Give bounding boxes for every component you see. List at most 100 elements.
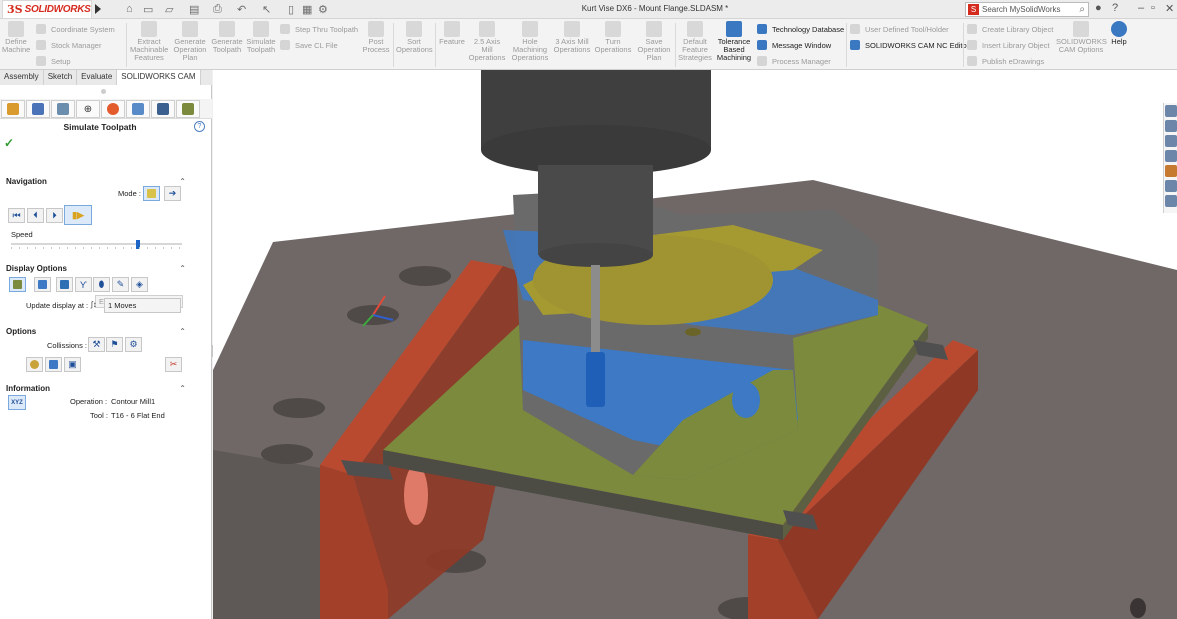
stock-manager-button[interactable]: Stock Manager xyxy=(36,38,101,52)
select-icon[interactable]: ↖ xyxy=(262,3,271,16)
display-difference-button[interactable] xyxy=(56,277,73,292)
tab-sketch[interactable]: Sketch xyxy=(44,70,78,85)
options-icon[interactable]: ⚙ xyxy=(318,3,328,16)
technology-database-button[interactable]: Technology Database xyxy=(757,22,844,36)
generate-toolpath-button[interactable]: Generate Toolpath xyxy=(210,21,244,54)
view-orientation-icon[interactable] xyxy=(1165,120,1177,132)
mode-stock-button[interactable]: ➔ xyxy=(164,186,181,201)
define-machine-button[interactable]: Define Machine xyxy=(2,21,30,54)
solidworks-logo[interactable]: 3S SOLIDWORKS xyxy=(2,0,92,19)
publish-edrawings-button[interactable]: Publish eDrawings xyxy=(967,54,1044,68)
nc-editor-button[interactable]: SOLIDWORKS CAM NC Editor xyxy=(850,38,969,52)
coordinate-system-button[interactable]: Coordinate System xyxy=(36,22,115,36)
option-shield-button[interactable] xyxy=(26,357,43,372)
sort-operations-button[interactable]: Sort Operations xyxy=(396,21,433,54)
help-button[interactable]: Help xyxy=(1108,21,1130,46)
user-defined-tool-button[interactable]: User Defined Tool/Holder xyxy=(850,22,949,36)
help-icon[interactable]: ? xyxy=(1112,2,1118,14)
step-back-button[interactable]: ⏴ xyxy=(27,208,44,223)
open-icon[interactable]: ▱ xyxy=(165,3,173,16)
option-settings-button[interactable]: ✂ xyxy=(165,357,182,372)
cam-tool-tree-tab[interactable] xyxy=(151,100,175,118)
close-icon[interactable]: ✕ xyxy=(1165,2,1174,15)
mill-3-axis-button[interactable]: 3 Axis Mill Operations xyxy=(552,21,592,54)
run-to-button[interactable]: ▮▶ xyxy=(64,205,92,225)
cam-feature-tree-tab[interactable] xyxy=(1,100,25,118)
cam-options-button[interactable]: SOLIDWORKS CAM Options xyxy=(1056,21,1107,54)
process-manager-button[interactable]: Process Manager xyxy=(757,54,831,68)
new-icon[interactable]: ▭ xyxy=(143,3,153,16)
menu-expand-arrow-icon[interactable] xyxy=(95,4,101,14)
display-toolpath-button[interactable]: ✎ xyxy=(112,277,129,292)
speed-slider[interactable] xyxy=(11,240,182,249)
step-thru-toolpath-button[interactable]: Step Thru Toolpath xyxy=(280,22,358,36)
options-group-header[interactable]: Options ⌃ xyxy=(6,327,186,336)
view-settings-icon[interactable] xyxy=(1165,195,1177,207)
message-window-button[interactable]: Message Window xyxy=(757,38,831,52)
collision-holder-button[interactable]: ⚑ xyxy=(106,337,123,352)
generate-plan-button[interactable]: Generate Operation Plan xyxy=(172,21,208,62)
view-home-icon[interactable] xyxy=(1165,105,1177,117)
rebuild-icon[interactable]: ▯ xyxy=(288,3,294,16)
option-save-button[interactable]: ▣ xyxy=(64,357,81,372)
panel-grip-icon[interactable] xyxy=(101,89,106,94)
property-manager-tab[interactable] xyxy=(51,100,75,118)
feature-manager-tab[interactable] xyxy=(26,100,50,118)
simulate-toolpath-button[interactable]: Simulate Toolpath xyxy=(245,21,277,54)
collision-tool-button[interactable]: ⚒ xyxy=(88,337,105,352)
collapse-icon[interactable]: ⌃ xyxy=(179,384,186,393)
user-icon[interactable]: ● xyxy=(1095,2,1102,14)
search-icon[interactable]: ⌕ xyxy=(1079,4,1085,15)
navigation-group-header[interactable]: Navigation ⌃ xyxy=(6,177,186,186)
display-fixture-button[interactable]: ◈ xyxy=(131,277,148,292)
save-operation-plan-button[interactable]: Save Operation Plan xyxy=(636,21,672,62)
undo-icon[interactable]: ↶ xyxy=(237,3,246,16)
step-forward-button[interactable]: ⏵ xyxy=(46,208,63,223)
rewind-button[interactable]: ⏮ xyxy=(8,208,25,223)
graphics-viewport[interactable] xyxy=(213,70,1177,619)
configuration-manager-tab[interactable]: ⊕ xyxy=(76,100,100,118)
display-part-button[interactable] xyxy=(34,277,51,292)
create-library-object-button[interactable]: Create Library Object xyxy=(967,22,1053,36)
tab-assembly[interactable]: Assembly xyxy=(0,70,44,85)
xyz-button[interactable]: XYZ xyxy=(8,395,26,410)
extract-features-button[interactable]: Extract Machinable Features xyxy=(130,21,168,62)
collapse-icon[interactable]: ⌃ xyxy=(179,264,186,273)
home-icon[interactable]: ⌂ xyxy=(126,3,133,15)
view-scene-icon[interactable] xyxy=(1165,180,1177,192)
collision-fixture-button[interactable]: ⚙ xyxy=(125,337,142,352)
display-holder-button[interactable]: ⬮ xyxy=(93,277,110,292)
setup-button[interactable]: Setup xyxy=(36,54,71,68)
collapse-icon[interactable]: ⌃ xyxy=(179,177,186,186)
appearance-tab[interactable] xyxy=(101,100,125,118)
tolerance-based-machining-button[interactable]: Tolerance Based Machining xyxy=(716,21,752,62)
update-display-field[interactable]: 1 Moves xyxy=(104,298,181,313)
display-options-group-header[interactable]: Display Options ⌃ xyxy=(6,264,186,273)
post-process-button[interactable]: Post Process xyxy=(362,21,390,54)
insert-library-object-button[interactable]: Insert Library Object xyxy=(967,38,1050,52)
display-tool-button[interactable]: Ƴ xyxy=(75,277,92,292)
cam-setup-tab[interactable] xyxy=(176,100,200,118)
hole-machining-button[interactable]: Hole Machining Operations xyxy=(509,21,551,62)
search-input[interactable]: Search MySolidWorks xyxy=(982,5,1079,14)
feature-button[interactable]: Feature xyxy=(438,21,466,46)
cam-operation-tree-tab[interactable] xyxy=(126,100,150,118)
default-strategies-button[interactable]: Default Feature Strategies xyxy=(677,21,713,62)
restore-icon[interactable]: ▫ xyxy=(1151,2,1155,14)
collapse-icon[interactable]: ⌃ xyxy=(179,327,186,336)
tab-solidworks-cam[interactable]: SOLIDWORKS CAM xyxy=(117,70,201,85)
information-group-header[interactable]: Information ⌃ xyxy=(6,384,186,393)
save-cl-file-button[interactable]: Save CL File xyxy=(280,38,338,52)
ok-checkmark-icon[interactable]: ✓ xyxy=(4,136,14,150)
file-properties-icon[interactable]: ▦ xyxy=(302,3,312,16)
save-icon[interactable]: ▤ xyxy=(189,3,199,16)
display-stock-button[interactable] xyxy=(9,277,26,292)
minimize-icon[interactable]: – xyxy=(1138,2,1144,14)
view-display-style-icon[interactable] xyxy=(1165,135,1177,147)
mill-25-axis-button[interactable]: 2.5 Axis Mill Operations xyxy=(468,21,506,62)
tab-evaluate[interactable]: Evaluate xyxy=(77,70,118,85)
help-icon[interactable]: ? xyxy=(194,121,205,132)
view-appearance-icon[interactable] xyxy=(1165,165,1177,177)
turn-operations-button[interactable]: Turn Operations xyxy=(594,21,632,54)
option-export-button[interactable] xyxy=(45,357,62,372)
